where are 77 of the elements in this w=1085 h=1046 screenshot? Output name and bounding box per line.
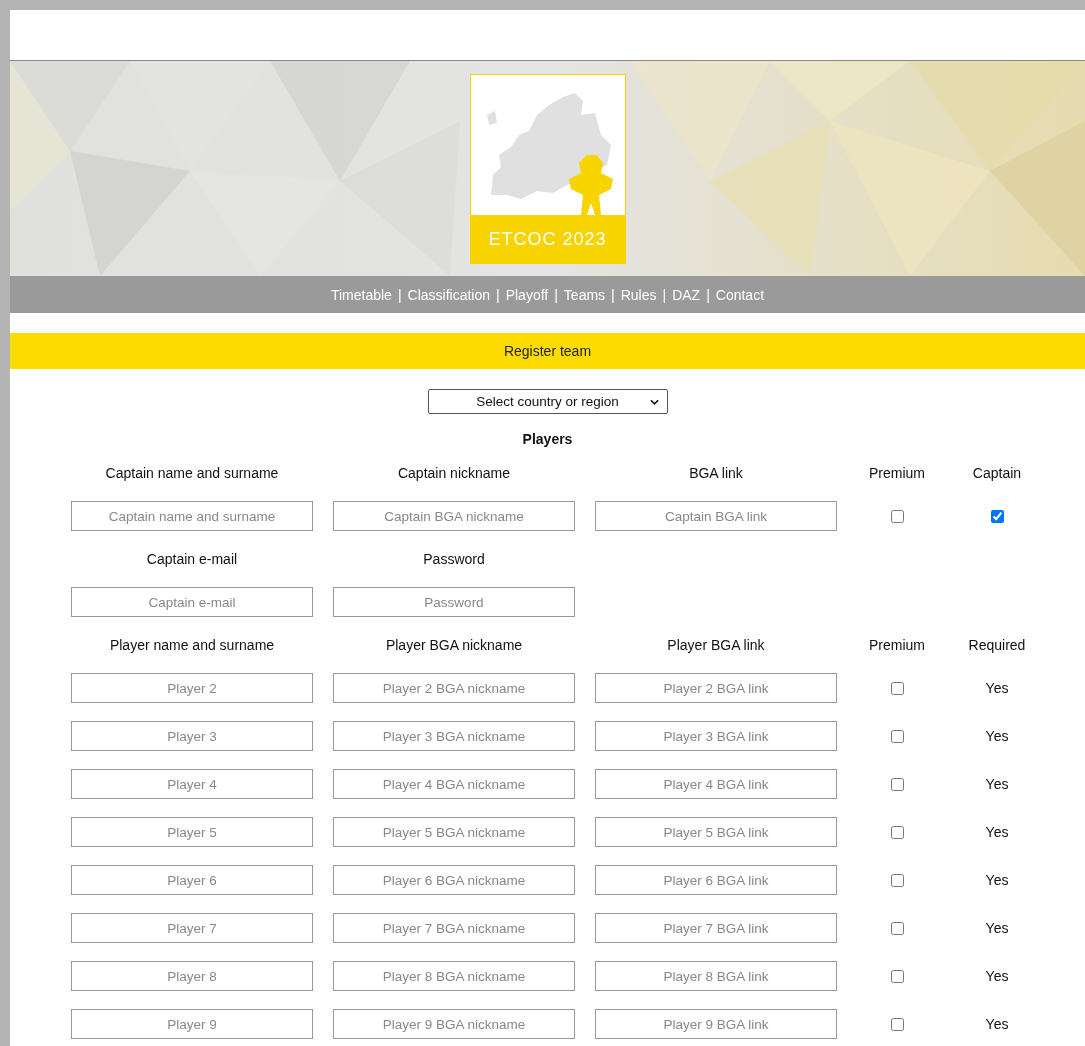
nav-separator: | — [554, 286, 558, 303]
text-field[interactable]: Captain e-mail — [71, 587, 313, 617]
text-field[interactable]: Player 5 — [71, 817, 313, 847]
text-field[interactable]: Player 6 BGA link — [595, 865, 837, 895]
nav-separator: | — [496, 286, 500, 303]
text-field[interactable]: Player 9 BGA nickname — [333, 1009, 575, 1039]
required-value: Yes — [984, 776, 1010, 792]
text-field[interactable]: Player 4 — [71, 769, 313, 799]
required-value: Yes — [984, 920, 1010, 936]
nav-separator: | — [611, 286, 615, 303]
chevron-down-icon — [649, 399, 659, 405]
required-value: Yes — [984, 872, 1010, 888]
column-header: Player name and surname — [108, 636, 276, 655]
text-field[interactable]: Player 7 BGA link — [595, 913, 837, 943]
required-value: Yes — [984, 1016, 1010, 1032]
text-field[interactable]: Player 4 BGA link — [595, 769, 837, 799]
required-value: Yes — [984, 824, 1010, 840]
players-heading: Players — [522, 431, 573, 447]
text-field[interactable]: Player 3 BGA nickname — [333, 721, 575, 751]
premium-checkbox[interactable] — [890, 509, 904, 523]
text-field[interactable]: Player 5 BGA link — [595, 817, 837, 847]
column-header: Captain — [971, 464, 1023, 483]
text-field[interactable]: Player 9 BGA link — [595, 1009, 837, 1039]
premium-checkbox[interactable] — [890, 729, 904, 743]
nav-link[interactable]: Teams — [563, 286, 606, 303]
column-header: Player BGA nickname — [384, 636, 524, 655]
text-field[interactable]: Player 4 BGA nickname — [333, 769, 575, 799]
text-field[interactable]: Player 2 — [71, 673, 313, 703]
premium-checkbox[interactable] — [890, 1017, 904, 1031]
text-field[interactable]: Player 3 — [71, 721, 313, 751]
text-field[interactable]: Captain BGA link — [595, 501, 837, 531]
premium-checkbox[interactable] — [890, 969, 904, 983]
text-field[interactable]: Player 3 BGA link — [595, 721, 837, 751]
column-header: Captain e-mail — [145, 550, 239, 569]
text-field[interactable]: Captain BGA nickname — [333, 501, 575, 531]
required-value: Yes — [984, 968, 1010, 984]
column-header: Required — [967, 636, 1027, 655]
logo-text: ETCOC 2023 — [470, 214, 625, 263]
text-field[interactable]: Player 5 BGA nickname — [333, 817, 575, 847]
premium-checkbox[interactable] — [890, 777, 904, 791]
column-header: Premium — [868, 636, 926, 655]
text-field[interactable]: Player 8 — [71, 961, 313, 991]
nav-link[interactable]: Timetable — [330, 286, 392, 303]
nav-link[interactable]: DAZ — [672, 286, 701, 303]
captain-checkbox[interactable] — [990, 509, 1004, 523]
nav-separator: | — [662, 286, 667, 303]
nav-separator: | — [397, 286, 402, 303]
text-field[interactable]: Captain name and surname — [71, 501, 313, 531]
text-field[interactable]: Player 8 BGA nickname — [333, 961, 575, 991]
text-field[interactable]: Player 6 BGA nickname — [333, 865, 575, 895]
text-field[interactable]: Player 7 — [71, 913, 313, 943]
nav-separator: | — [706, 286, 710, 303]
nav-link[interactable]: Classification — [407, 286, 490, 303]
premium-checkbox[interactable] — [890, 921, 904, 935]
text-field[interactable]: Player 8 BGA link — [595, 961, 837, 991]
text-field[interactable]: Player 6 — [71, 865, 313, 895]
column-header: Password — [422, 550, 486, 569]
premium-checkbox[interactable] — [890, 873, 904, 887]
column-header: Premium — [868, 464, 926, 483]
country-dropdown[interactable]: Select country or region — [427, 389, 668, 414]
section-title: Register team — [503, 343, 592, 359]
nav-link[interactable]: Playoff — [505, 286, 549, 303]
premium-checkbox[interactable] — [890, 825, 904, 839]
premium-checkbox[interactable] — [890, 681, 904, 695]
text-field[interactable]: Player 2 BGA nickname — [333, 673, 575, 703]
text-field[interactable]: Password — [333, 587, 575, 617]
column-header: Captain name and surname — [104, 464, 280, 483]
required-value: Yes — [984, 680, 1010, 696]
nav-link[interactable]: Rules — [620, 286, 657, 303]
column-header: BGA link — [688, 464, 744, 483]
text-field[interactable]: Player 7 BGA nickname — [333, 913, 575, 943]
required-value: Yes — [984, 728, 1010, 744]
text-field[interactable]: Player 9 — [71, 1009, 313, 1039]
column-header: Captain nickname — [396, 464, 512, 483]
column-header: Player BGA link — [666, 636, 766, 655]
text-field[interactable]: Player 2 BGA link — [595, 673, 837, 703]
nav-link[interactable]: Contact — [715, 286, 765, 303]
